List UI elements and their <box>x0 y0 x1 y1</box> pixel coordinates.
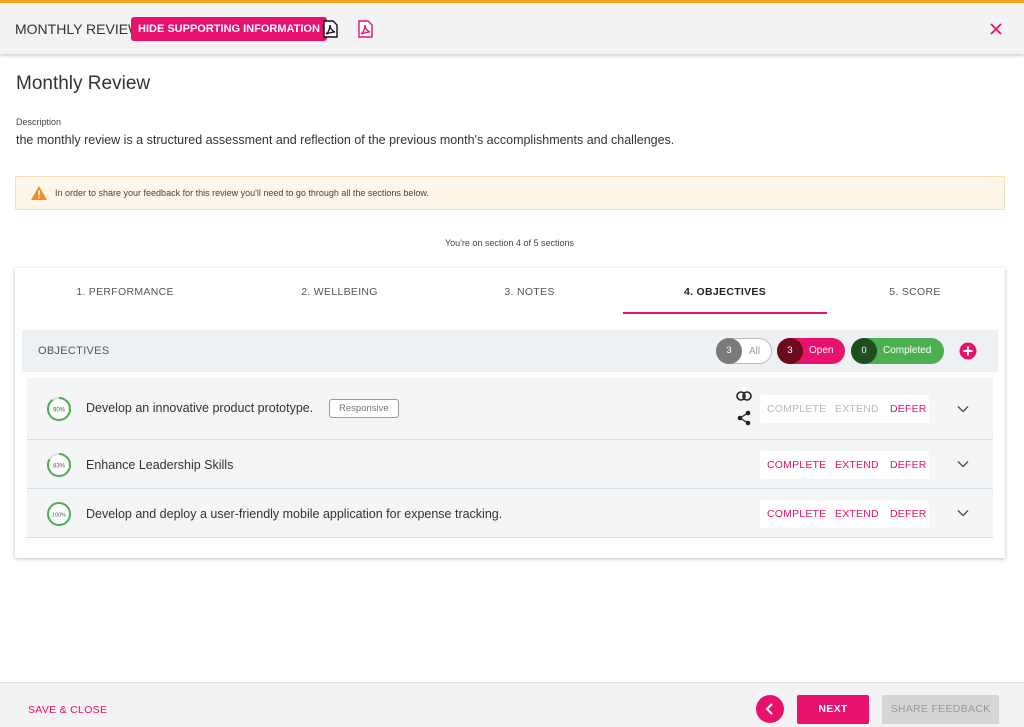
filter-completed-label: Completed <box>883 345 932 356</box>
defer-button[interactable]: DEFER <box>890 500 927 528</box>
filter-open-count: 3 <box>777 338 803 364</box>
complete-button[interactable]: COMPLETE <box>767 451 826 479</box>
warning-banner: In order to share your feedback for this… <box>15 176 1005 210</box>
chevron-down-icon[interactable] <box>957 509 969 517</box>
tab-score[interactable]: 5. SCORE <box>815 268 1015 314</box>
filter-all-count: 3 <box>716 338 742 364</box>
save-close-button[interactable]: SAVE & CLOSE <box>28 704 107 716</box>
progress-percent: 83% <box>53 464 66 470</box>
pdf-icon[interactable] <box>322 20 338 38</box>
progress-ring: 83% <box>47 453 71 477</box>
objective-actions: COMPLETE EXTEND DEFER <box>760 500 929 528</box>
pdf-icon[interactable] <box>357 20 373 38</box>
description-text: the monthly review is a structured asses… <box>16 133 675 147</box>
objective-name: Enhance Leadership Skills <box>86 458 234 472</box>
page-title: Monthly Review <box>16 73 151 94</box>
link-icon[interactable] <box>736 390 752 402</box>
next-button[interactable]: NEXT <box>797 695 869 724</box>
objective-name: Develop and deploy a user-friendly mobil… <box>86 507 503 521</box>
complete-button[interactable]: COMPLETE <box>767 500 826 528</box>
objective-tag: Responsive <box>329 399 399 418</box>
review-card: 1. PERFORMANCE 2. WELLBEING 3. NOTES 4. … <box>15 268 1005 558</box>
hide-supporting-info-button[interactable]: HIDE SUPPORTING INFORMATION <box>131 17 327 41</box>
progress-ring: 100% <box>47 502 71 526</box>
filter-open-label: Open <box>809 345 834 356</box>
chevron-down-icon[interactable] <box>957 460 969 468</box>
objective-row[interactable]: 83% Enhance Leadership Skills COMPLETE E… <box>27 440 993 489</box>
top-bar: MONTHLY REVIEW HIDE SUPPORTING INFORMATI… <box>0 0 1024 54</box>
description-label: Description <box>16 117 62 127</box>
share-icon[interactable] <box>736 410 752 426</box>
progress-ring: 90% <box>47 397 71 421</box>
objective-actions: COMPLETE EXTEND DEFER <box>760 395 929 423</box>
objectives-title: OBJECTIVES <box>38 345 110 357</box>
progress-percent: 90% <box>53 408 66 414</box>
tab-notes[interactable]: 3. NOTES <box>427 268 632 314</box>
extend-button[interactable]: EXTEND <box>835 395 879 423</box>
section-progress-text: You're on section 4 of 5 sections <box>445 238 574 248</box>
extend-button[interactable]: EXTEND <box>835 451 879 479</box>
objective-row[interactable]: 100% Develop and deploy a user-friendly … <box>27 489 993 538</box>
close-icon[interactable] <box>988 21 1004 37</box>
filter-all[interactable]: 3 All <box>716 338 772 364</box>
objective-row[interactable]: 90% Develop an innovative product protot… <box>27 378 993 440</box>
objective-name: Develop an innovative product prototype. <box>86 401 314 415</box>
filter-completed[interactable]: 0 Completed <box>851 338 944 364</box>
tab-performance[interactable]: 1. PERFORMANCE <box>20 268 230 314</box>
extend-button[interactable]: EXTEND <box>835 500 879 528</box>
footer-bar: SAVE & CLOSE NEXT SHARE FEEDBACK <box>0 682 1024 727</box>
tab-objectives[interactable]: 4. OBJECTIVES <box>623 268 827 314</box>
tab-wellbeing[interactable]: 2. WELLBEING <box>237 268 442 314</box>
defer-button[interactable]: DEFER <box>890 451 927 479</box>
chevron-left-icon <box>765 703 773 715</box>
app-title: MONTHLY REVIEW <box>15 21 142 37</box>
filter-open[interactable]: 3 Open <box>777 338 845 364</box>
warning-icon <box>31 186 47 200</box>
progress-percent: 100% <box>52 513 66 519</box>
share-feedback-button[interactable]: SHARE FEEDBACK <box>882 695 999 724</box>
objective-actions: COMPLETE EXTEND DEFER <box>760 451 929 479</box>
add-objective-icon[interactable] <box>959 342 977 360</box>
complete-button[interactable]: COMPLETE <box>767 395 826 423</box>
objectives-header: OBJECTIVES 3 All 3 Open 0 Completed <box>22 330 998 372</box>
filter-all-label: All <box>749 346 761 357</box>
warning-text: In order to share your feedback for this… <box>55 188 429 198</box>
chevron-down-icon[interactable] <box>957 405 969 413</box>
filter-completed-count: 0 <box>851 338 877 364</box>
back-button[interactable] <box>756 695 784 723</box>
defer-button[interactable]: DEFER <box>890 395 927 423</box>
